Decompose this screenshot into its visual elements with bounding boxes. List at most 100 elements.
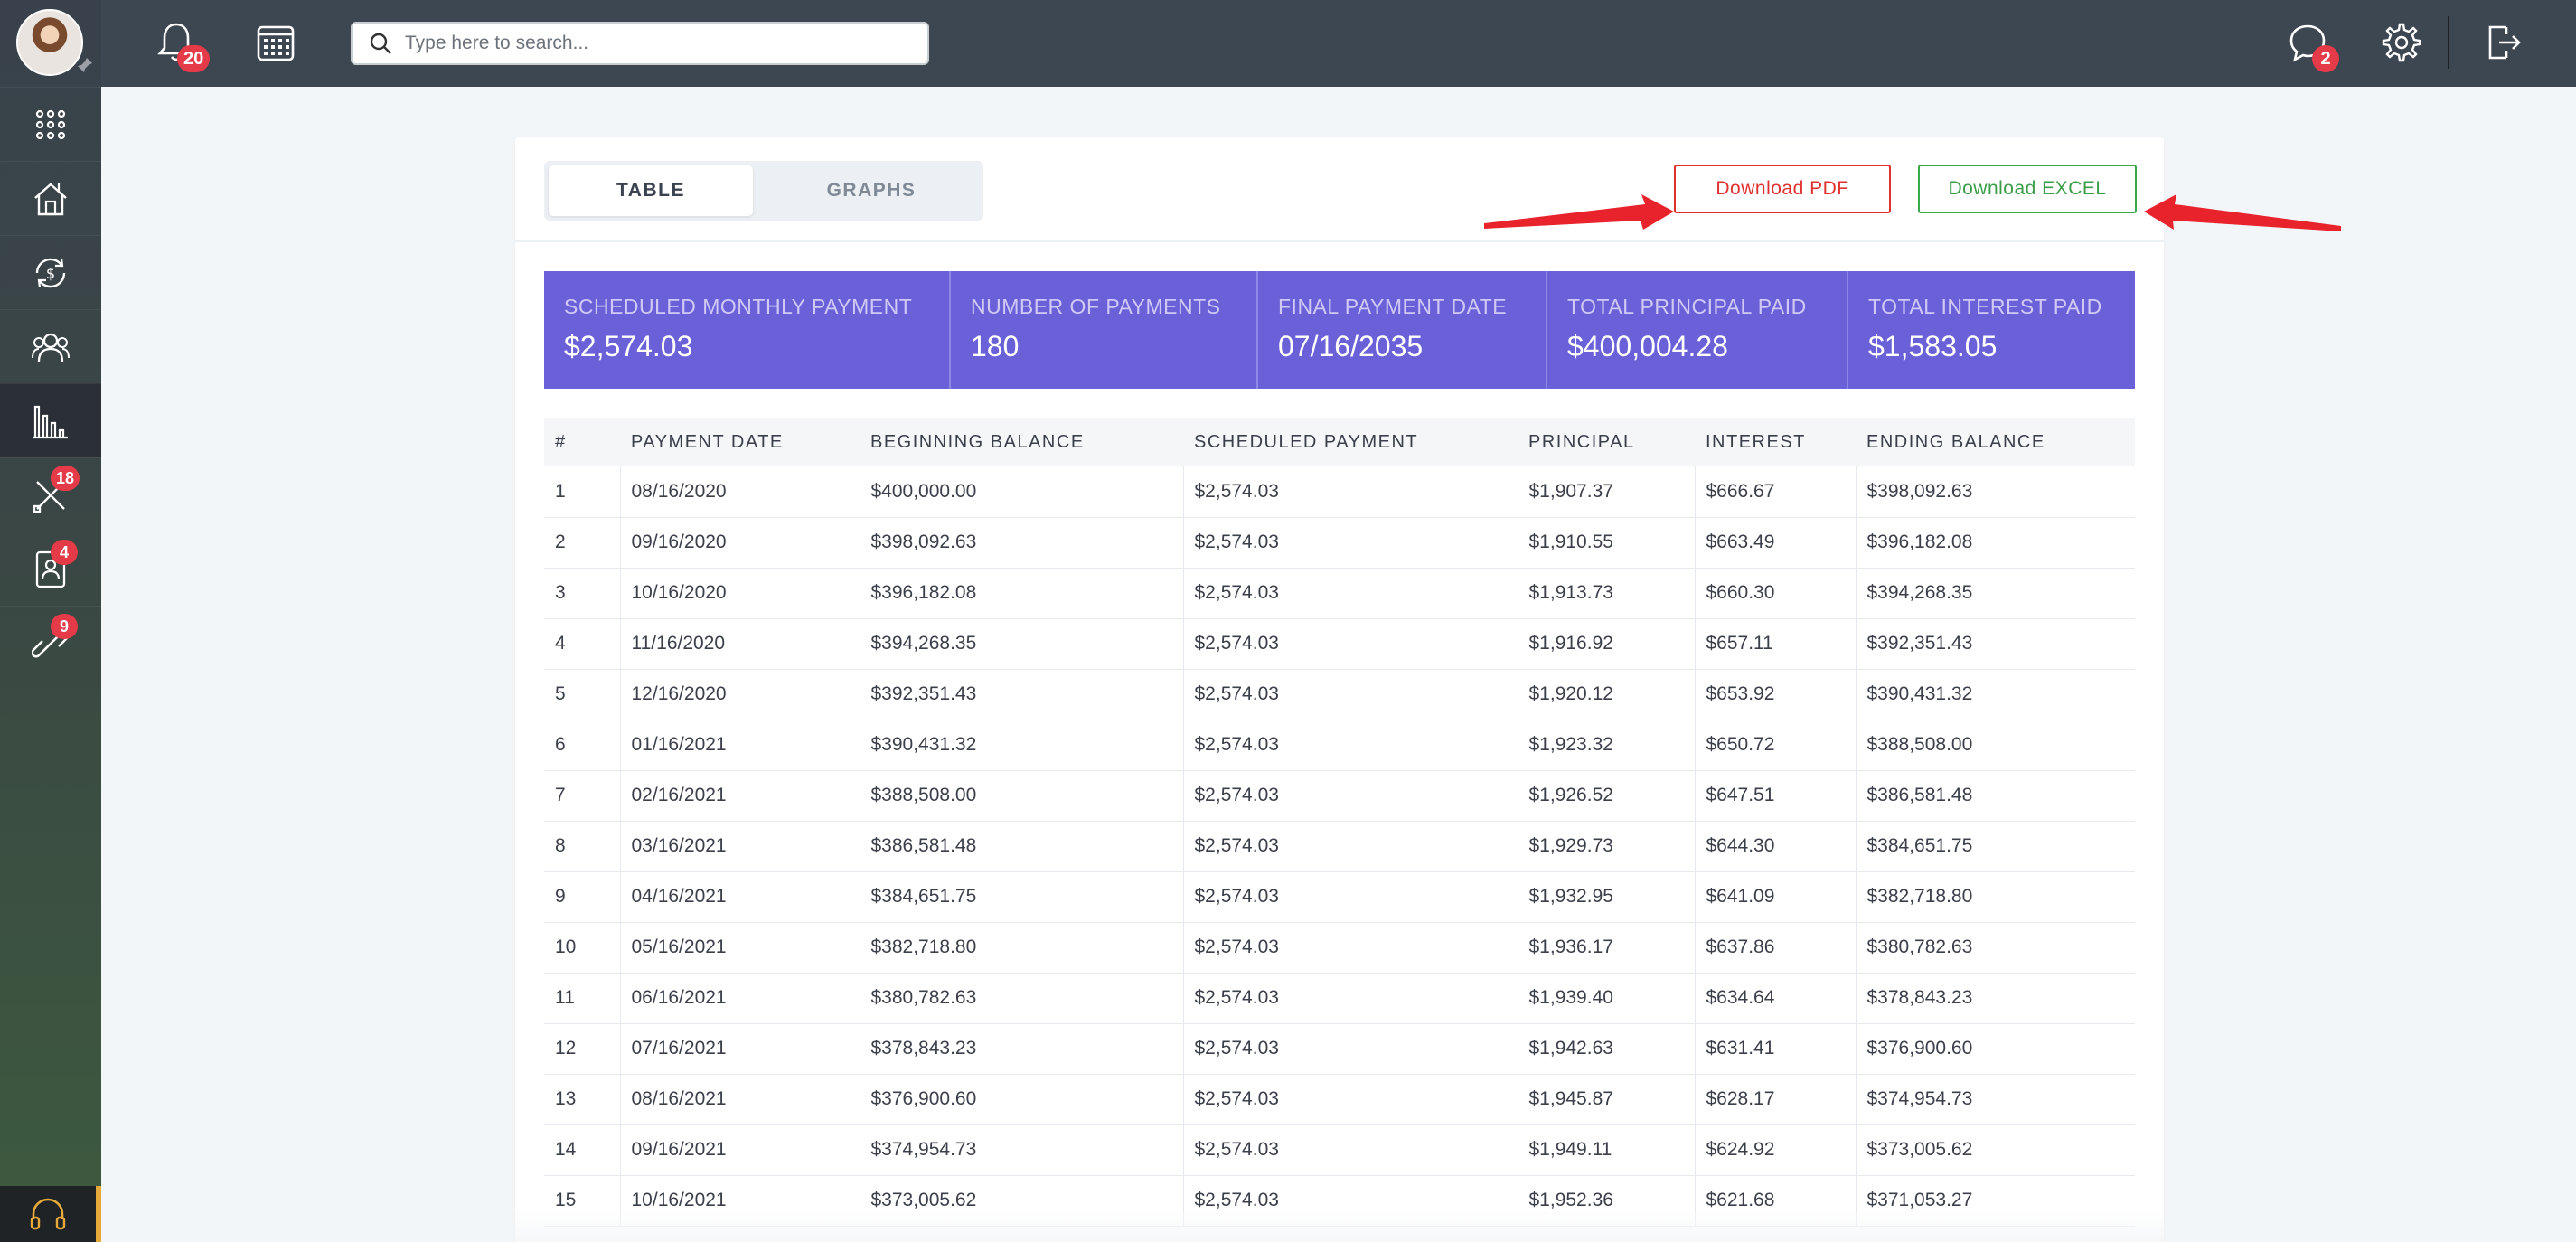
sidebar-item-documents[interactable]: 4 bbox=[0, 532, 101, 606]
table-row: 11 06/16/2021 $380,782.63 $2,574.03 $1,939.4… bbox=[544, 973, 2135, 1024]
table-cell: $386,581.48 bbox=[860, 821, 1184, 872]
table-cell: 08/16/2021 bbox=[620, 1074, 860, 1125]
table-cell: $2,574.03 bbox=[1183, 720, 1518, 771]
users-icon bbox=[32, 333, 70, 362]
summary-total-interest: TOTAL INTEREST PAID $1,583.05 bbox=[1848, 271, 2135, 389]
table-cell: 07/16/2021 bbox=[620, 1023, 860, 1075]
table-cell: 7 bbox=[544, 770, 621, 822]
table-cell: $378,843.23 bbox=[860, 1023, 1184, 1075]
logout-button[interactable] bbox=[2480, 20, 2525, 65]
table-cell: $390,431.32 bbox=[1856, 669, 2135, 720]
table-cell: 8 bbox=[544, 821, 621, 872]
calendar-icon bbox=[257, 25, 295, 61]
column-header: # bbox=[544, 418, 620, 466]
sidebar-item-reports[interactable] bbox=[0, 383, 101, 457]
table-cell: $657.11 bbox=[1695, 618, 1857, 670]
summary-number-of-payments: NUMBER OF PAYMENTS 180 bbox=[951, 271, 1258, 389]
table-cell: $2,574.03 bbox=[1183, 871, 1518, 923]
table-cell: $400,000.00 bbox=[860, 466, 1184, 518]
table-cell: 01/16/2021 bbox=[620, 720, 860, 771]
search-box[interactable] bbox=[351, 22, 929, 65]
sidebar-item-properties[interactable] bbox=[0, 161, 101, 235]
table-cell: $631.41 bbox=[1695, 1023, 1857, 1075]
tab-graphs[interactable]: GRAPHS bbox=[769, 165, 973, 216]
notification-count-badge: 20 bbox=[177, 45, 211, 72]
table-cell: $392,351.43 bbox=[1856, 618, 2135, 670]
table-cell: $2,574.03 bbox=[1183, 770, 1518, 822]
table-row: 14 09/16/2021 $374,954.73 $2,574.03 $1,949.1… bbox=[544, 1124, 2135, 1176]
calendar-button[interactable] bbox=[253, 20, 298, 65]
download-pdf-button[interactable]: Download PDF bbox=[1674, 165, 1891, 213]
table-cell: $1,929.73 bbox=[1518, 821, 1696, 872]
settings-button[interactable] bbox=[2379, 20, 2424, 65]
sidebar: $ 18 4 9 bbox=[0, 0, 101, 1242]
house-icon bbox=[34, 182, 67, 215]
table-cell: $628.17 bbox=[1695, 1074, 1857, 1125]
summary-bar: SCHEDULED MONTHLY PAYMENT $2,574.03 NUMB… bbox=[544, 271, 2135, 389]
table-cell: $390,431.32 bbox=[860, 720, 1184, 771]
table-cell: $1,949.11 bbox=[1518, 1124, 1696, 1176]
sidebar-item-links[interactable]: 9 bbox=[0, 606, 101, 680]
amortization-card: TABLE GRAPHS Download PDF Download EXCEL… bbox=[515, 137, 2164, 1242]
table-cell: $637.86 bbox=[1695, 922, 1857, 974]
chat-button[interactable]: 2 bbox=[2285, 20, 2339, 72]
table-cell: $380,782.63 bbox=[1856, 922, 2135, 974]
table-cell: $2,574.03 bbox=[1183, 973, 1518, 1024]
chat-count-badge: 2 bbox=[2312, 45, 2339, 72]
table-cell: $653.92 bbox=[1695, 669, 1857, 720]
table-cell: 11 bbox=[544, 973, 621, 1024]
tab-table[interactable]: TABLE bbox=[549, 165, 753, 216]
pin-icon[interactable] bbox=[76, 56, 94, 74]
table-cell: $2,574.03 bbox=[1183, 821, 1518, 872]
summary-label: SCHEDULED MONTHLY PAYMENT bbox=[564, 295, 913, 318]
table-cell: $396,182.08 bbox=[1856, 517, 2135, 569]
view-toggle: TABLE GRAPHS bbox=[544, 161, 983, 221]
sidebar-item-tools[interactable]: 18 bbox=[0, 457, 101, 532]
summary-value: 07/16/2035 bbox=[1278, 330, 1424, 362]
column-header: BEGINNING BALANCE bbox=[860, 418, 1183, 466]
table-cell: $378,843.23 bbox=[1856, 973, 2135, 1024]
support-button[interactable] bbox=[0, 1186, 101, 1242]
sidebar-item-contacts[interactable] bbox=[0, 309, 101, 383]
table-cell: $624.92 bbox=[1695, 1124, 1857, 1176]
table-cell: $384,651.75 bbox=[860, 871, 1184, 923]
table-cell: $396,182.08 bbox=[860, 568, 1184, 619]
table-cell: $384,651.75 bbox=[1856, 821, 2135, 872]
table-cell: $634.64 bbox=[1695, 973, 1857, 1024]
summary-value: 180 bbox=[971, 330, 1020, 362]
summary-value: $1,583.05 bbox=[1868, 330, 1998, 362]
avatar[interactable] bbox=[16, 9, 83, 76]
table-cell: 9 bbox=[544, 871, 621, 923]
amortization-table: # PAYMENT DATE BEGINNING BALANCE SCHEDUL… bbox=[544, 418, 2135, 1227]
column-header: PRINCIPAL bbox=[1518, 418, 1695, 466]
table-row: 7 02/16/2021 $388,508.00 $2,574.03 $1,926.52… bbox=[544, 770, 2135, 822]
sidebar-item-loans[interactable]: $ bbox=[0, 235, 101, 309]
card-divider bbox=[515, 240, 2164, 242]
table-cell: $2,574.03 bbox=[1183, 1023, 1518, 1075]
table-cell: $2,574.03 bbox=[1183, 568, 1518, 619]
table-cell: $1,939.40 bbox=[1518, 973, 1696, 1024]
table-cell: 02/16/2021 bbox=[620, 770, 860, 822]
table-row: 2 09/16/2020 $398,092.63 $2,574.03 $1,910.55… bbox=[544, 517, 2135, 569]
summary-final-payment-date: FINAL PAYMENT DATE 07/16/2035 bbox=[1258, 271, 1547, 389]
table-cell: $373,005.62 bbox=[1856, 1124, 2135, 1176]
sidebar-item-dashboard[interactable] bbox=[0, 87, 101, 161]
table-row: 9 04/16/2021 $384,651.75 $2,574.03 $1,932.95… bbox=[544, 871, 2135, 923]
column-header: SCHEDULED PAYMENT bbox=[1183, 418, 1518, 466]
table-cell: 12/16/2020 bbox=[620, 669, 860, 720]
table-cell: 6 bbox=[544, 720, 621, 771]
table-cell: 14 bbox=[544, 1124, 621, 1176]
notifications-button[interactable]: 20 bbox=[154, 20, 211, 72]
table-row: 1 08/16/2020 $400,000.00 $2,574.03 $1,907.37… bbox=[544, 466, 2135, 518]
table-cell: $2,574.03 bbox=[1183, 1124, 1518, 1176]
download-excel-button[interactable]: Download EXCEL bbox=[1918, 165, 2137, 213]
column-header: PAYMENT DATE bbox=[620, 418, 860, 466]
table-cell: $660.30 bbox=[1695, 568, 1857, 619]
table-cell: $1,916.92 bbox=[1518, 618, 1696, 670]
table-cell: 5 bbox=[544, 669, 621, 720]
search-input[interactable] bbox=[405, 33, 911, 54]
table-cell: 10/16/2020 bbox=[620, 568, 860, 619]
svg-text:$: $ bbox=[46, 265, 55, 282]
table-cell: $1,926.52 bbox=[1518, 770, 1696, 822]
table-cell: $663.49 bbox=[1695, 517, 1857, 569]
